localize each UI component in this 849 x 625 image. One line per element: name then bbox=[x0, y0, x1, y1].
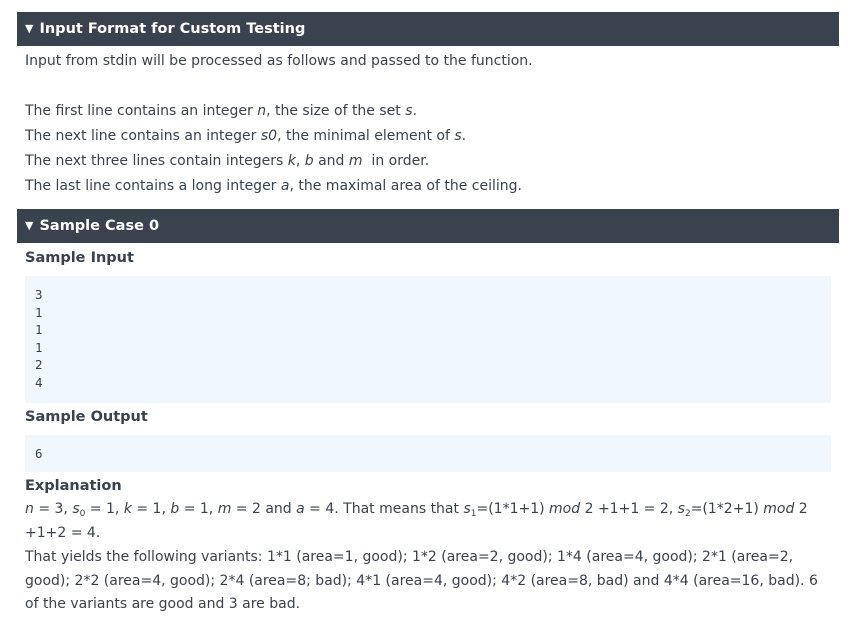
input-format-line-3: The next three lines contain integers k,… bbox=[25, 153, 430, 169]
sample-output-label: Sample Output bbox=[25, 409, 148, 425]
input-format-intro: Input from stdin will be processed as fo… bbox=[25, 53, 533, 69]
sample-output-block: 6 bbox=[25, 435, 831, 472]
explanation-label: Explanation bbox=[25, 478, 122, 494]
input-format-line-1: The first line contains an integer n, th… bbox=[25, 103, 417, 119]
sample-case-title: Sample Case 0 bbox=[39, 218, 160, 234]
code-line: 3 bbox=[35, 287, 43, 302]
input-format-line-2: The next line contains an integer s0, th… bbox=[25, 128, 467, 144]
input-format-title: Input Format for Custom Testing bbox=[39, 21, 306, 37]
code-line: 1 bbox=[35, 339, 43, 355]
input-format-header[interactable]: ▼ Input Format for Custom Testing bbox=[17, 12, 839, 46]
code-line: 6 bbox=[35, 446, 43, 461]
sample-case-header[interactable]: ▼ Sample Case 0 bbox=[17, 209, 839, 243]
explanation-formula: n = 3, s0 = 1, k = 1, b = 1, m = 2 and a… bbox=[25, 501, 808, 541]
code-line: 2 bbox=[35, 357, 43, 372]
code-line: 4 bbox=[35, 374, 43, 390]
sample-input-block: 3 1 1 1 2 4 bbox=[25, 276, 831, 403]
collapse-caret-icon: ▼ bbox=[25, 219, 34, 232]
sample-input-label: Sample Input bbox=[25, 250, 134, 266]
code-line: 1 bbox=[35, 304, 43, 320]
collapse-caret-icon: ▼ bbox=[25, 22, 34, 35]
code-line: 1 bbox=[35, 322, 43, 337]
input-format-line-4: The last line contains a long integer a,… bbox=[25, 178, 522, 194]
explanation-text: That yields the following variants: 1*1 … bbox=[25, 549, 818, 612]
